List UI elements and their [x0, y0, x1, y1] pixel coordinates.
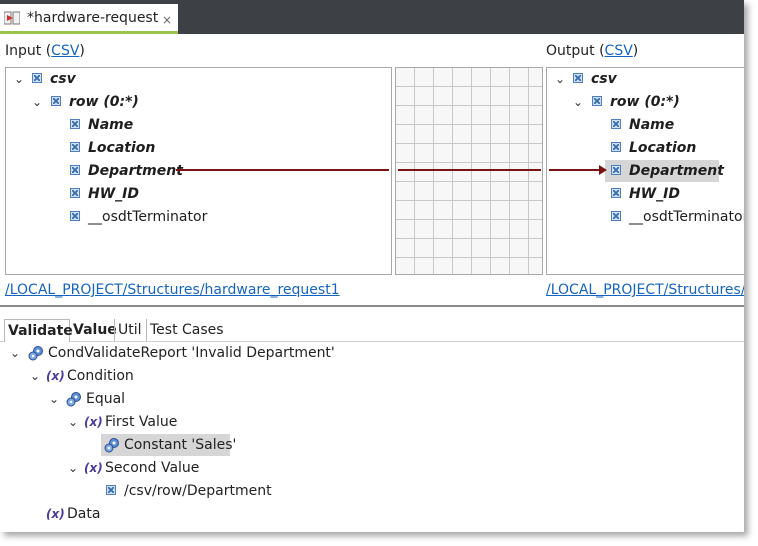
tree-row-second-value[interactable]: ⌄ (x) Second Value	[0, 457, 400, 479]
variable-icon: (x)	[46, 507, 65, 521]
mapping-connector[interactable]	[0, 0, 744, 300]
tree-row-condition[interactable]: ⌄ (x) Condition	[0, 365, 400, 387]
tab-test-cases[interactable]: Test Cases	[146, 319, 227, 341]
gears-icon	[28, 346, 43, 361]
chevron-down-icon[interactable]: ⌄	[66, 411, 80, 433]
tab-util[interactable]: Util	[114, 319, 145, 341]
tree-row-first-value[interactable]: ⌄ (x) First Value	[0, 411, 400, 433]
chevron-down-icon[interactable]: ⌄	[8, 342, 22, 364]
chevron-down-icon[interactable]: ⌄	[66, 457, 80, 479]
variable-icon: (x)	[84, 461, 103, 475]
tree-row-constant-selected[interactable]: Constant 'Sales'	[101, 434, 236, 456]
chevron-down-icon[interactable]: ⌄	[28, 365, 42, 387]
tree-row-data[interactable]: (x) Data	[0, 503, 400, 525]
element-reference-icon	[106, 485, 116, 495]
gears-icon	[104, 438, 119, 453]
input-structure-link[interactable]: /LOCAL_PROJECT/Structures/hardware_reque…	[5, 282, 340, 298]
tab-value[interactable]: Value	[70, 319, 120, 341]
gears-icon	[66, 392, 81, 407]
variable-icon: (x)	[84, 415, 103, 429]
output-structure-link[interactable]: /LOCAL_PROJECT/Structures/hardware_reque…	[546, 282, 744, 298]
tree-row-xpath[interactable]: /csv/row/Department	[0, 480, 400, 502]
variable-icon: (x)	[46, 369, 65, 383]
tab-validate[interactable]: Validate	[4, 319, 73, 342]
tree-row-report[interactable]: ⌄ CondValidateReport 'Invalid Department…	[0, 342, 400, 364]
editor-window: *hardware-request × Input (CSV) Output (…	[0, 0, 744, 532]
pane-divider[interactable]	[0, 305, 744, 307]
tree-row-equal[interactable]: ⌄ Equal	[0, 388, 400, 410]
chevron-down-icon[interactable]: ⌄	[47, 388, 61, 410]
